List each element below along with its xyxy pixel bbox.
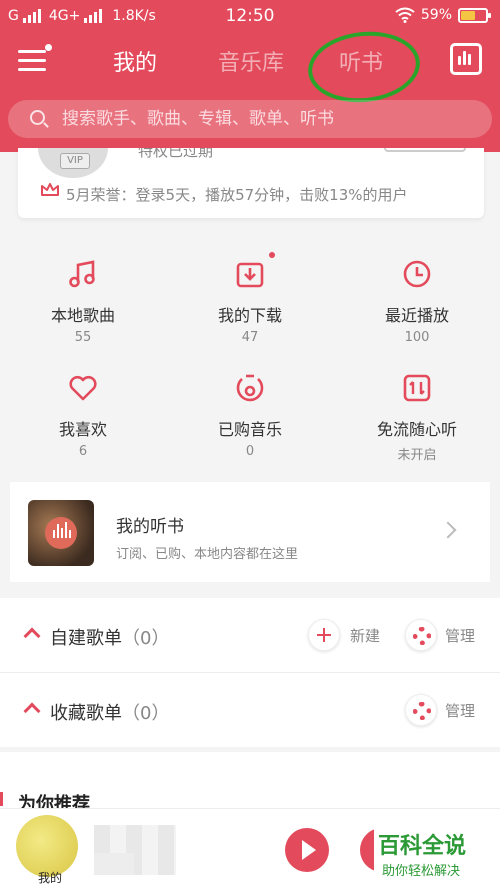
section-title: 自建歌单（0） — [50, 624, 169, 650]
grid-label: 最近播放 — [384, 306, 449, 325]
grid-count: 47 — [241, 330, 259, 345]
new-dot — [269, 252, 275, 258]
grid-label: 本地歌曲 — [50, 306, 115, 325]
gear-icon — [413, 702, 431, 720]
notification-dot — [45, 44, 52, 51]
grid-item-favorites[interactable]: 我喜欢 6 — [0, 372, 166, 459]
grid-count: 55 — [74, 330, 92, 345]
vip-expired-text: 特权已过期 — [138, 148, 214, 160]
grid-count: 6 — [78, 444, 88, 459]
search-icon — [30, 110, 45, 125]
monthly-honor-text: 5月荣誉：登录5天，播放57分钟，击败13%的用户 — [66, 186, 408, 204]
watermark-title: 百科全说 — [378, 834, 467, 859]
album-art-label: 我的 — [38, 871, 63, 885]
manage-label[interactable]: 管理 — [445, 625, 475, 646]
battery-percent: 59% — [420, 7, 452, 23]
new-playlist-label[interactable]: 新建 — [350, 625, 380, 646]
purchased-disc-icon — [234, 372, 266, 404]
audiobook-title: 我的听书 — [116, 517, 184, 537]
grid-label: 已购音乐 — [217, 420, 282, 439]
grid-status: 未开启 — [397, 448, 437, 463]
grid-count: 0 — [245, 444, 255, 459]
grid-item-purchased[interactable]: 已购音乐 0 — [167, 372, 333, 459]
plus-icon-v — [323, 628, 325, 642]
battery-fill — [461, 10, 476, 20]
download-icon — [234, 252, 275, 290]
chevron-right-icon — [439, 521, 457, 539]
manage-label[interactable]: 管理 — [445, 700, 475, 721]
album-art[interactable] — [16, 815, 78, 877]
green-circle-annotation — [304, 26, 424, 108]
grid-item-downloads[interactable]: 我的下载 47 — [167, 252, 333, 345]
grid-label: 我的下载 — [217, 306, 282, 325]
grid-label: 免流随心听 — [376, 420, 457, 439]
heart-icon — [67, 372, 99, 404]
status-right: 59% — [395, 7, 491, 23]
crown-icon — [41, 183, 59, 196]
data-free-icon — [401, 372, 433, 404]
audiobook-subtitle: 订阅、已购、本地内容都在这里 — [116, 547, 299, 562]
collected-playlists-section[interactable]: 收藏歌单（0） 管理 — [0, 673, 500, 747]
section-count: （0） — [122, 703, 170, 724]
section-title: 收藏歌单（0） — [50, 699, 169, 725]
grid-label: 我喜欢 — [58, 420, 107, 439]
grid-item-data-free[interactable]: 免流随心听 未开启 — [334, 372, 500, 463]
renew-button[interactable] — [384, 148, 466, 152]
play-button[interactable] — [285, 828, 329, 872]
section-marker — [0, 792, 3, 806]
collapse-caret-icon[interactable] — [23, 627, 41, 645]
menu-button[interactable] — [18, 44, 52, 74]
tab-music-library[interactable]: 音乐库 — [218, 45, 284, 77]
collapse-caret-icon[interactable] — [23, 702, 41, 720]
blurred-artist-info — [94, 853, 134, 875]
music-note-icon — [67, 258, 99, 290]
grid-item-recent[interactable]: 最近播放 100 — [334, 258, 500, 345]
section-count: （0） — [122, 628, 170, 649]
manage-collected-button[interactable] — [405, 694, 437, 726]
manage-playlists-button[interactable] — [405, 619, 437, 651]
grid-count: 100 — [404, 330, 430, 345]
my-audiobook-card[interactable]: 我的听书 订阅、已购、本地内容都在这里 — [10, 482, 490, 582]
section-title-text: 自建歌单 — [50, 628, 122, 649]
shortcut-grid: 本地歌曲 55 我的下载 47 最近播放 100 我喜欢 6 已购音乐 0 免流… — [0, 240, 500, 463]
watermark: 百科全说 助你轻松解决 — [374, 826, 486, 882]
grid-item-local-songs[interactable]: 本地歌曲 55 — [0, 258, 166, 345]
header: G 4G+ 1.8K/s 12:50 59% 我的 音乐库 听书 — [0, 0, 500, 152]
audio-wave-icon — [45, 517, 77, 549]
wifi-icon — [395, 7, 415, 23]
battery-icon — [458, 7, 491, 23]
section-title-text: 收藏歌单 — [50, 703, 122, 724]
profile-card[interactable]: VIP 特权已过期 5月荣誉：登录5天，播放57分钟，击败13%的用户 — [18, 148, 484, 218]
gear-icon — [413, 627, 431, 645]
clock-icon — [401, 258, 433, 290]
tab-mine[interactable]: 我的 — [113, 45, 157, 77]
search-bar[interactable] — [8, 100, 492, 138]
status-bar: G 4G+ 1.8K/s 12:50 59% — [0, 0, 500, 34]
search-input[interactable] — [62, 100, 482, 138]
music-recognition-icon[interactable] — [450, 43, 482, 75]
vip-badge: VIP — [60, 153, 90, 169]
new-playlist-button[interactable] — [308, 619, 340, 651]
watermark-subtitle: 助你轻松解决 — [382, 864, 461, 879]
audiobook-thumbnail — [28, 500, 94, 566]
created-playlists-section[interactable]: 自建歌单（0） 新建 管理 — [0, 598, 500, 672]
